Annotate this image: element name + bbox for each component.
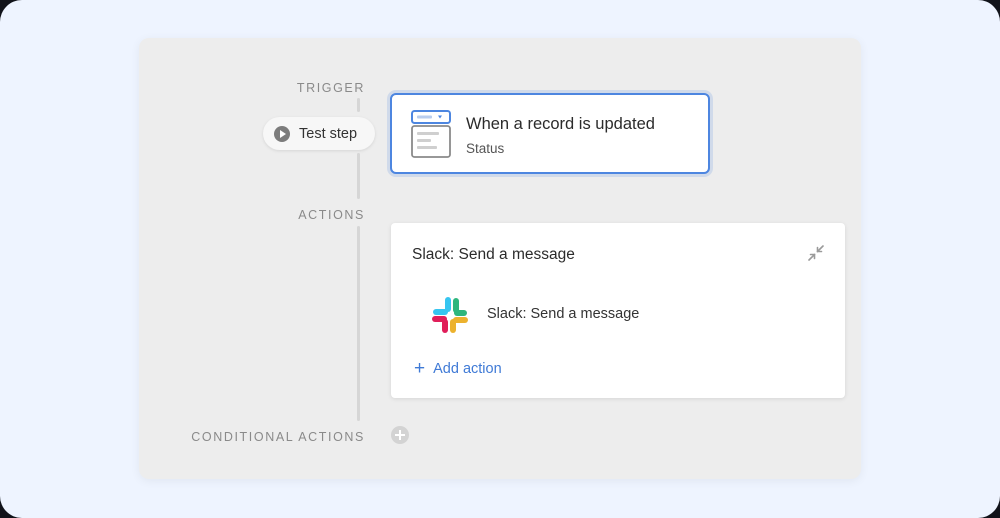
test-step-button[interactable]: Test step <box>263 117 375 150</box>
add-action-button[interactable]: + Add action <box>414 359 502 378</box>
slack-logo-icon <box>430 295 470 340</box>
plus-circle-icon[interactable] <box>391 426 409 444</box>
app-frame: TRIGGER ACTIONS CONDITIONAL ACTIONS Test… <box>0 0 1000 518</box>
trigger-section-label: TRIGGER <box>296 81 365 95</box>
actions-section-label: ACTIONS <box>298 208 365 222</box>
trigger-card[interactable]: When a record is updated Status <box>390 93 710 174</box>
trigger-subtitle: Status <box>466 141 505 156</box>
test-step-label: Test step <box>299 125 358 142</box>
timeline-connector <box>357 153 360 199</box>
timeline-connector <box>357 98 360 112</box>
action-group-title: Slack: Send a message <box>412 246 575 263</box>
trigger-title: When a record is updated <box>466 115 655 133</box>
plus-icon: + <box>414 358 426 379</box>
play-icon <box>274 125 290 142</box>
record-form-icon <box>411 110 451 163</box>
timeline-connector <box>357 226 360 421</box>
add-action-label: Add action <box>433 360 502 377</box>
action-group-card: Slack: Send a message Slack: Send a mess… <box>391 223 845 398</box>
action-item-label: Slack: Send a message <box>487 306 640 322</box>
conditional-actions-section-label: CONDITIONAL ACTIONS <box>191 430 365 444</box>
collapse-arrows-icon[interactable] <box>805 242 827 264</box>
